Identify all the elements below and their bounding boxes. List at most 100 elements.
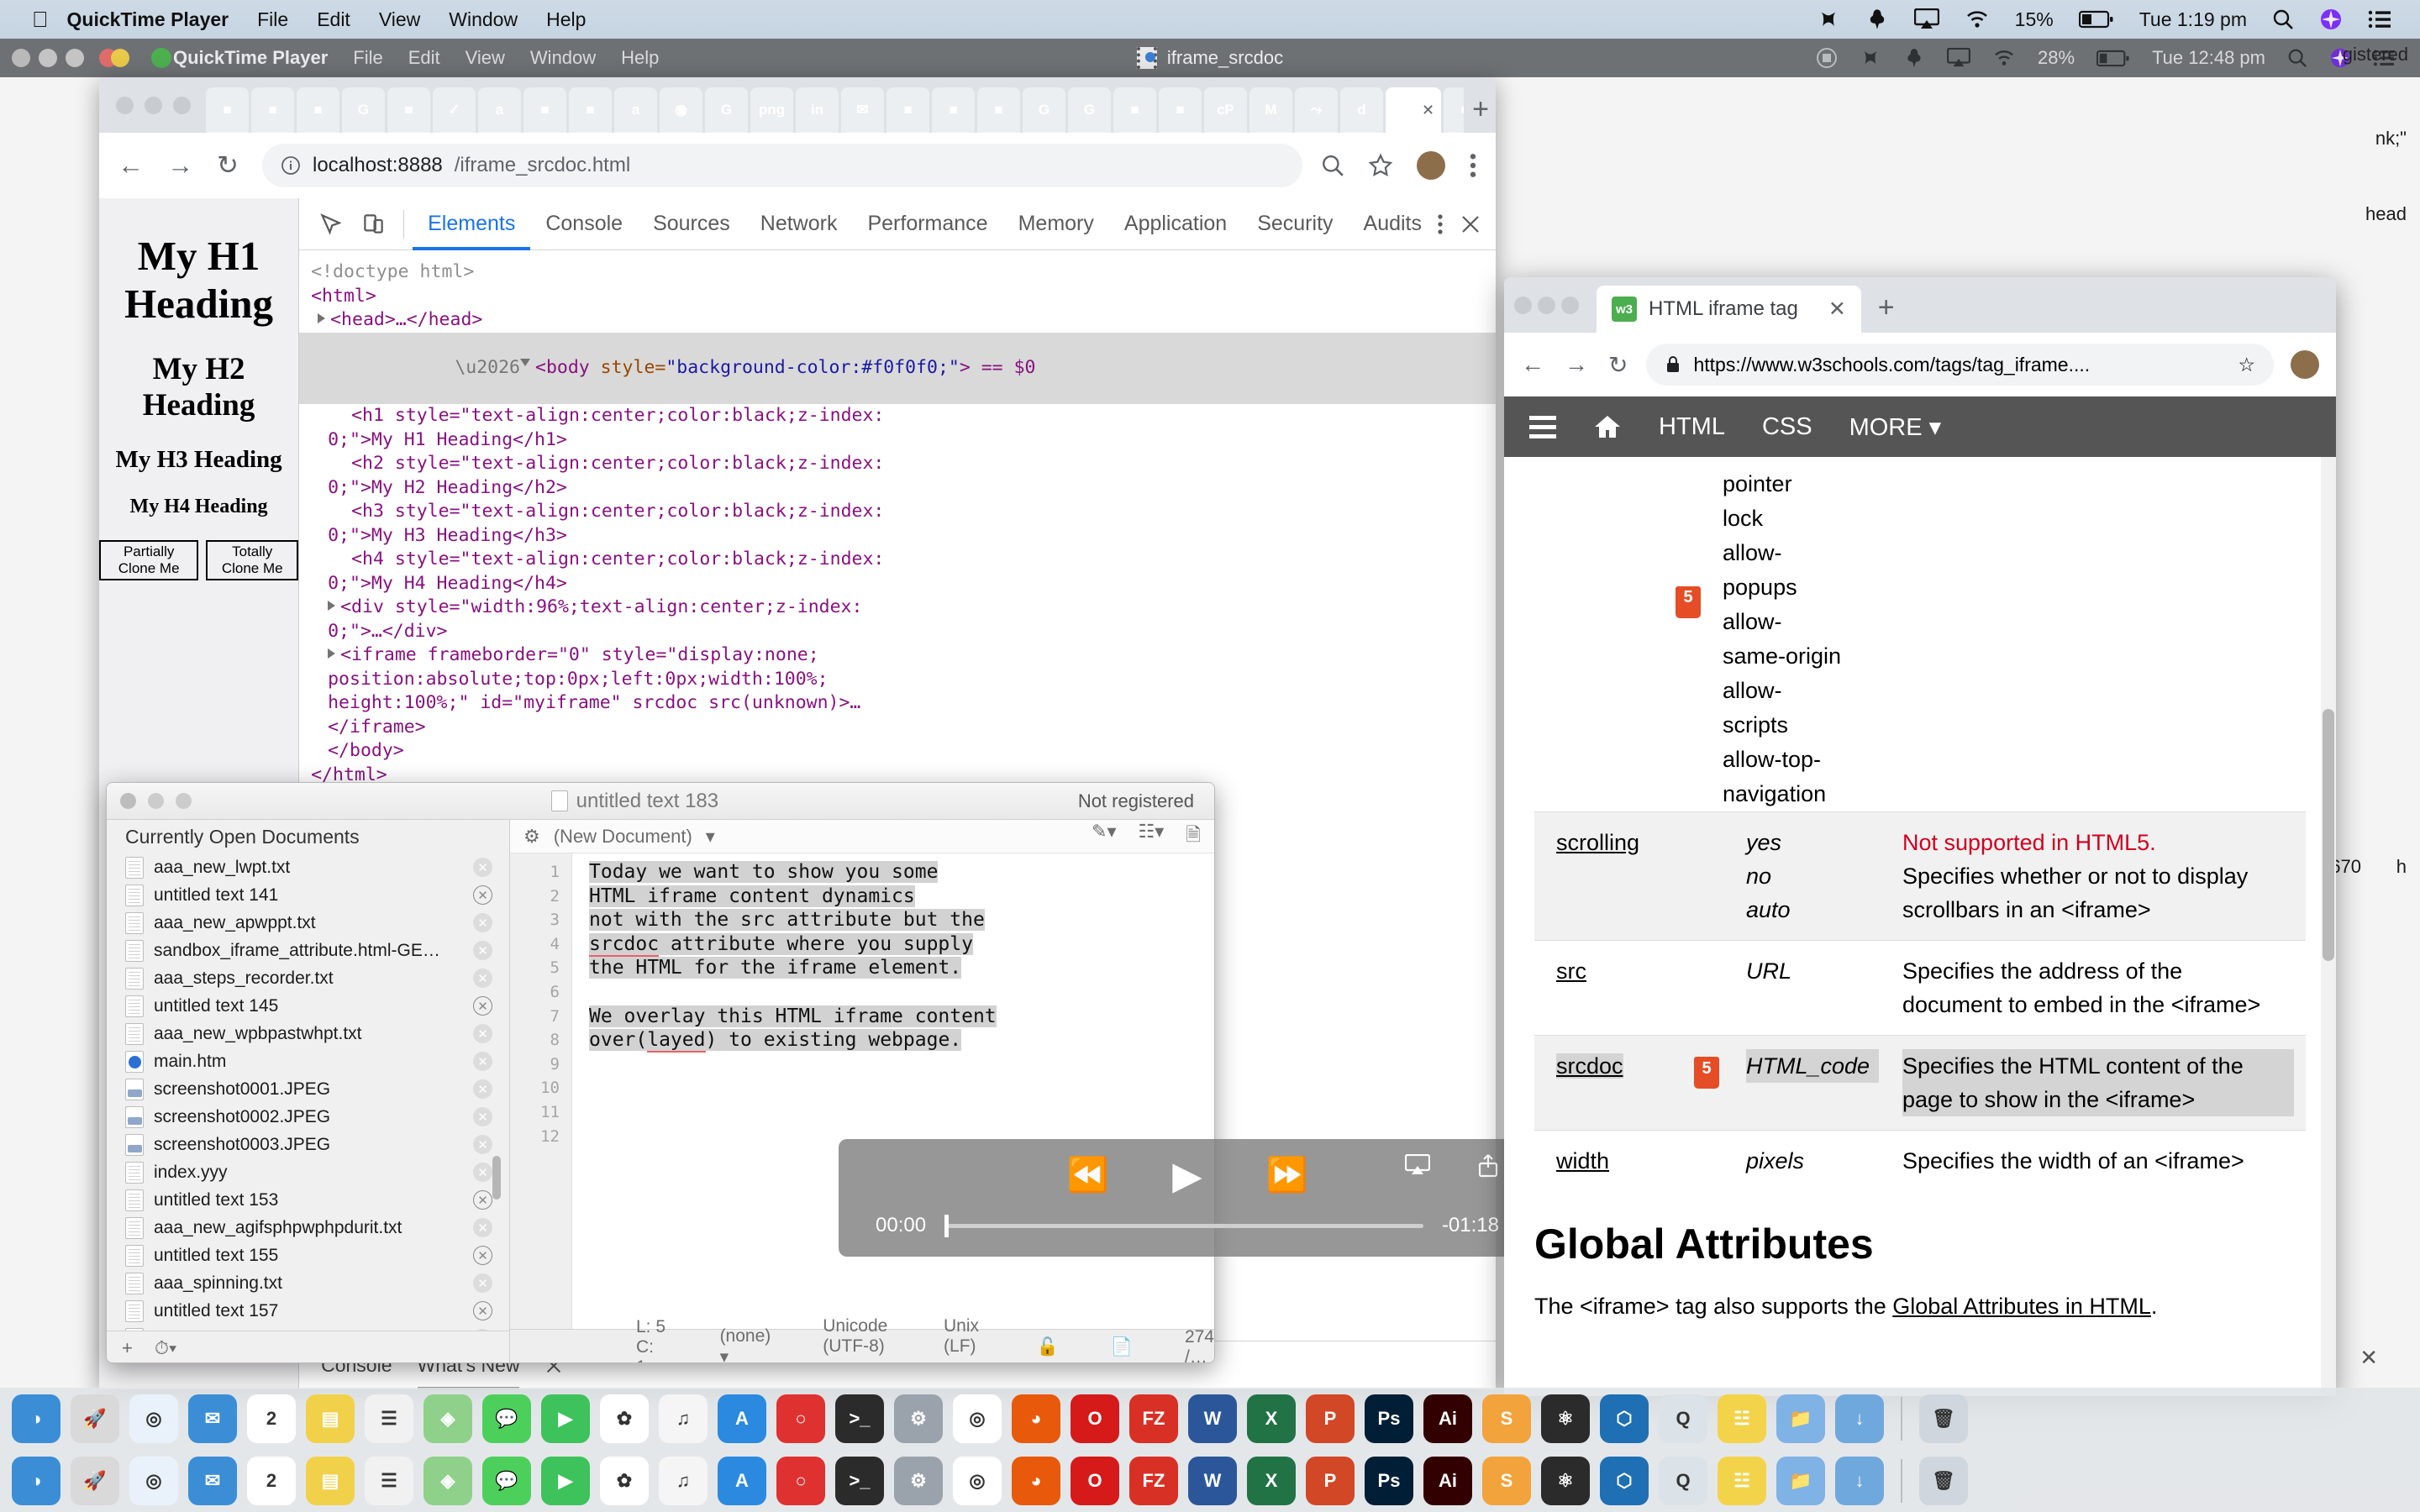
- open-document-row[interactable]: aaa_new_apwppt.txt✕: [107, 909, 509, 937]
- open-document-row[interactable]: screenshot0003.JPEG✕: [107, 1131, 509, 1158]
- dock-chrome-icon[interactable]: ◎: [953, 1394, 1002, 1443]
- forward-button[interactable]: →: [167, 150, 193, 181]
- dock-atom-icon[interactable]: ⚛: [1541, 1394, 1590, 1443]
- expand-head-icon[interactable]: [318, 313, 325, 323]
- dock-word-icon[interactable]: W: [1188, 1457, 1237, 1505]
- gear-icon[interactable]: ⚙: [523, 826, 540, 848]
- dock-maps-icon[interactable]: ◈: [424, 1457, 472, 1505]
- dock-opera-icon[interactable]: O: [1071, 1394, 1119, 1443]
- airplay-icon[interactable]: [1405, 1154, 1430, 1176]
- chrome-tab-25[interactable]: d: [1340, 87, 1383, 133]
- open-document-row[interactable]: aaa_new_agifsphpwphpdurit.txt✕: [107, 1214, 509, 1242]
- dock-notes-icon[interactable]: ▤: [306, 1457, 355, 1505]
- dock-facetime-icon[interactable]: ▶: [541, 1457, 590, 1505]
- dock-sublime-icon[interactable]: S: [1482, 1394, 1531, 1443]
- dock-vscode-icon[interactable]: ⬡: [1600, 1457, 1649, 1505]
- close-document-icon[interactable]: ✕: [473, 941, 492, 960]
- close-document-icon[interactable]: ✕: [473, 996, 492, 1016]
- dock-folder-icon[interactable]: 📁: [1776, 1457, 1825, 1505]
- dock-messages-icon[interactable]: 💬: [482, 1457, 531, 1505]
- chrome-tab-22[interactable]: cP: [1204, 87, 1247, 133]
- chrome-tab-1[interactable]: ■: [251, 87, 294, 133]
- syntax-selector[interactable]: (none) ▾: [720, 1326, 771, 1363]
- play-icon[interactable]: ▶: [1172, 1156, 1202, 1194]
- dom-line-iframe-a[interactable]: <iframe frameborder="0" style="display:n…: [299, 643, 1496, 668]
- open-document-row[interactable]: screenshot0001.JPEG✕: [107, 1075, 509, 1103]
- chrome-tab-18[interactable]: G: [1023, 87, 1065, 133]
- split-view-icon[interactable]: ☷▾: [1139, 821, 1165, 853]
- devtools-close-icon[interactable]: [1460, 214, 1481, 234]
- dock-launchpad-icon[interactable]: 🚀: [71, 1394, 119, 1443]
- tab-memory[interactable]: Memory: [1003, 198, 1109, 250]
- dock-stickies-icon[interactable]: ☳: [1718, 1457, 1766, 1505]
- chrome-tab-9[interactable]: a: [614, 87, 657, 133]
- dock-appstore-icon[interactable]: A: [718, 1457, 766, 1505]
- apple-menu-icon[interactable]: : [32, 8, 49, 30]
- page-info-icon[interactable]: [281, 155, 301, 176]
- attribute-link[interactable]: src: [1556, 958, 1586, 984]
- chrome-tab-4[interactable]: ■: [387, 87, 430, 133]
- dock-facetime-icon[interactable]: ▶: [541, 1394, 590, 1443]
- dock-downloads-icon[interactable]: ↓: [1835, 1394, 1884, 1443]
- tab-performance[interactable]: Performance: [852, 198, 1002, 250]
- open-document-row[interactable]: index.yyy✕: [107, 1158, 509, 1186]
- tab-security[interactable]: Security: [1242, 198, 1348, 250]
- dock-powerpoint-icon[interactable]: P: [1306, 1394, 1355, 1443]
- tab-elements[interactable]: Elements: [413, 198, 530, 250]
- battery-icon[interactable]: [2079, 10, 2114, 29]
- tab-sources[interactable]: Sources: [638, 198, 745, 250]
- close-document-icon[interactable]: ✕: [473, 1024, 492, 1043]
- airplay-icon[interactable]: [1914, 8, 1939, 30]
- dock-mail-icon[interactable]: ✉: [188, 1457, 237, 1505]
- dock-illustrator-icon[interactable]: Ai: [1423, 1394, 1472, 1443]
- dom-line-div-a[interactable]: <div style="width:96%;text-align:center;…: [299, 596, 1496, 620]
- bartender-icon[interactable]: [1865, 8, 1889, 31]
- notification-center-icon[interactable]: [2368, 9, 2391, 29]
- drawer-close-icon[interactable]: ✕: [2360, 1345, 2378, 1371]
- chrome-tab-23[interactable]: M: [1249, 87, 1292, 133]
- editor-traffic-lights[interactable]: [120, 793, 192, 809]
- back-button[interactable]: ←: [118, 150, 144, 181]
- dock-filezilla-icon[interactable]: FZ: [1129, 1457, 1178, 1505]
- attribute-link[interactable]: scrolling: [1556, 830, 1639, 855]
- dock-row-2[interactable]: ◑🚀◎✉2▤☰◈💬▶✿♫A○>_⚙◎◕OFZWXPPsAiS⚛⬡Q☳📁↓🗑: [0, 1450, 2420, 1512]
- dock-itunes-icon[interactable]: ♫: [659, 1457, 708, 1505]
- playback-scrubber[interactable]: [944, 1224, 1423, 1228]
- w3-nav-html[interactable]: HTML: [1659, 413, 1725, 441]
- close-document-icon[interactable]: ✕: [473, 1301, 492, 1320]
- close-tab-icon[interactable]: ✕: [1422, 102, 1434, 119]
- forward-button[interactable]: →: [1565, 351, 1588, 378]
- close-document-icon[interactable]: ✕: [473, 1107, 492, 1126]
- new-document-icon[interactable]: 🗎: [1186, 821, 1201, 853]
- dock-folder-icon[interactable]: 📁: [1776, 1394, 1825, 1443]
- maximize-button[interactable]: [1561, 297, 1579, 314]
- close-button[interactable]: [120, 793, 136, 809]
- dock-stop-icon[interactable]: ○: [776, 1394, 825, 1443]
- close-button[interactable]: [1514, 297, 1532, 314]
- open-document-row[interactable]: untitled text 155✕: [107, 1242, 509, 1269]
- close-document-icon[interactable]: ✕: [473, 1190, 492, 1210]
- address-bar[interactable]: localhost:8888/iframe_srcdoc.html: [262, 144, 1302, 187]
- chrome-tab-7[interactable]: ■: [523, 87, 566, 133]
- menubar-item-window[interactable]: Window: [449, 8, 518, 31]
- dock-excel-icon[interactable]: X: [1247, 1457, 1296, 1505]
- unlocked-icon[interactable]: 🔓: [1037, 1337, 1059, 1357]
- reload-button[interactable]: ↻: [217, 150, 239, 181]
- close-document-icon[interactable]: ✕: [473, 1135, 492, 1154]
- tab-console[interactable]: Console: [530, 198, 638, 250]
- inspect-element-icon[interactable]: [308, 202, 351, 246]
- dock-notes-icon[interactable]: ▤: [306, 1394, 355, 1443]
- chrome-tabs-list[interactable]: ■■■G■✓a■■a◉Gpngin✉■■■GG■■cPM⤳d●✕■◎✓◆◆: [206, 77, 1464, 133]
- dock-reminders-icon[interactable]: ☰: [365, 1394, 413, 1443]
- dock-stickies-icon[interactable]: ☳: [1718, 1394, 1766, 1443]
- dock-atom-icon[interactable]: ⚛: [1541, 1457, 1590, 1505]
- dock-firefox-icon[interactable]: ◕: [1012, 1457, 1060, 1505]
- dock-reminders-icon[interactable]: ☰: [365, 1457, 413, 1505]
- menubar-item-edit[interactable]: Edit: [317, 8, 350, 31]
- chrome-tab-8[interactable]: ■: [569, 87, 612, 133]
- dock-preferences-icon[interactable]: ⚙: [894, 1457, 943, 1505]
- w3-nav-css[interactable]: CSS: [1762, 413, 1812, 441]
- dock-terminal-icon[interactable]: >_: [835, 1394, 884, 1443]
- chrome-tab-14[interactable]: ✉: [841, 87, 884, 133]
- dock-photos-icon[interactable]: ✿: [600, 1394, 649, 1443]
